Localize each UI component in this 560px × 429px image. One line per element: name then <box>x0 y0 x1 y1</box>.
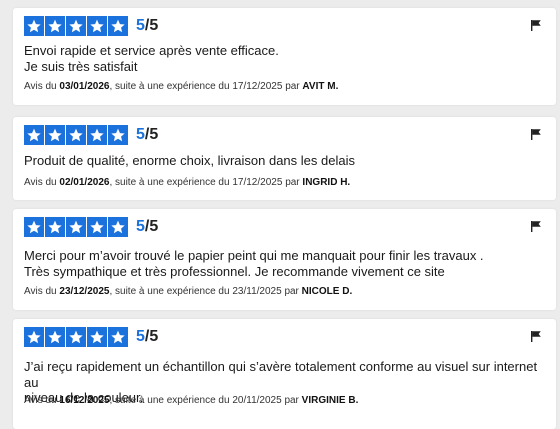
review-text-line: Je suis très satisfait <box>24 58 138 74</box>
star-icon <box>108 16 128 36</box>
star-icon <box>45 217 65 237</box>
star-icon <box>87 16 107 36</box>
star-icon <box>108 217 128 237</box>
review-card: 5/5 Merci pour m’avoir trouvé le papier … <box>13 209 556 310</box>
review-author: AVIT M. <box>302 81 339 92</box>
meta-label: Avis du <box>24 81 57 92</box>
review-author: VIRGINIE B. <box>301 395 359 406</box>
review-date: 02/01/2026 <box>59 177 110 188</box>
rating-max: /5 <box>144 218 159 235</box>
star-icon <box>24 16 44 36</box>
rating-score: 5/5 <box>136 328 158 346</box>
review-date: 23/12/2025 <box>59 286 110 297</box>
meta-label: , suite à une expérience du <box>109 286 230 297</box>
review-date: 16/12/2025 <box>59 395 110 406</box>
review-card: 5/5 Produit de qualité, enorme choix, li… <box>13 117 556 200</box>
meta-label: Avis du <box>24 286 57 297</box>
experience-date: 20/11/2025 <box>232 395 282 406</box>
review-text-line: J’ai reçu rapidement un échantillon qui … <box>24 359 538 390</box>
meta-label: , suite à une expérience du <box>109 81 230 92</box>
review-card: 5/5 J’ai reçu rapidement un échantillon … <box>13 319 556 429</box>
flag-icon[interactable] <box>530 330 542 342</box>
review-text-line: Très sympathique et très professionnel. … <box>24 263 445 279</box>
star-icon <box>45 16 65 36</box>
review-card: 5/5 Envoi rapide et service après vente … <box>13 8 556 105</box>
flag-icon[interactable] <box>530 220 542 232</box>
star-icon <box>24 125 44 145</box>
rating-score: 5/5 <box>136 218 158 236</box>
star-rating <box>24 217 129 237</box>
rating-max: /5 <box>144 126 159 143</box>
meta-label: par <box>284 286 299 297</box>
rating-value: 5 <box>136 328 145 345</box>
meta-label: par <box>285 177 300 188</box>
meta-label: par <box>284 395 299 406</box>
star-icon <box>24 327 44 347</box>
review-text-line: Envoi rapide et service après vente effi… <box>24 43 279 58</box>
review-meta: Avis du 03/01/2026, suite à une expérien… <box>24 81 544 93</box>
star-icon <box>45 125 65 145</box>
review-text: Produit de qualité, enorme choix, livrai… <box>24 153 544 169</box>
rating-score: 5/5 <box>136 17 158 35</box>
star-icon <box>24 217 44 237</box>
review-date: 03/01/2026 <box>59 81 110 92</box>
star-rating <box>24 16 129 36</box>
star-rating <box>24 327 129 347</box>
experience-date: 17/12/2025 <box>232 177 283 188</box>
review-list: 5/5 Envoi rapide et service après vente … <box>0 0 560 429</box>
star-icon <box>87 125 107 145</box>
review-text-line: Merci pour m’avoir trouvé le papier pein… <box>24 248 484 263</box>
star-icon <box>66 125 86 145</box>
rating-max: /5 <box>144 17 159 34</box>
review-meta: Avis du 16/12/2025, suite à une expérien… <box>24 395 544 407</box>
rating-value: 5 <box>136 218 145 235</box>
star-icon <box>66 16 86 36</box>
review-meta: Avis du 02/01/2026, suite à une expérien… <box>24 177 544 189</box>
star-icon <box>87 217 107 237</box>
review-author: INGRID H. <box>302 177 351 188</box>
review-text-line: Produit de qualité, enorme choix, livrai… <box>24 153 355 168</box>
review-meta: Avis du 23/12/2025, suite à une expérien… <box>24 286 544 298</box>
star-rating <box>24 125 129 145</box>
flag-icon[interactable] <box>530 19 542 31</box>
star-icon <box>87 327 107 347</box>
star-icon <box>66 217 86 237</box>
meta-label: Avis du <box>24 395 57 406</box>
experience-date: 17/12/2025 <box>232 81 283 92</box>
review-text: Envoi rapide et service après vente effi… <box>24 43 544 74</box>
star-icon <box>108 125 128 145</box>
rating-value: 5 <box>136 17 145 34</box>
star-icon <box>66 327 86 347</box>
review-text: Merci pour m’avoir trouvé le papier pein… <box>24 248 544 279</box>
star-icon <box>108 327 128 347</box>
meta-label: Avis du <box>24 177 57 188</box>
flag-icon[interactable] <box>530 128 542 140</box>
meta-label: , suite à une expérience du <box>109 395 230 406</box>
review-author: NICOLE D. <box>301 286 353 297</box>
meta-label: , suite à une expérience du <box>109 177 230 188</box>
rating-max: /5 <box>144 328 159 345</box>
experience-date: 23/11/2025 <box>232 286 282 297</box>
star-icon <box>45 327 65 347</box>
meta-label: par <box>285 81 300 92</box>
rating-value: 5 <box>136 126 145 143</box>
rating-score: 5/5 <box>136 126 158 144</box>
